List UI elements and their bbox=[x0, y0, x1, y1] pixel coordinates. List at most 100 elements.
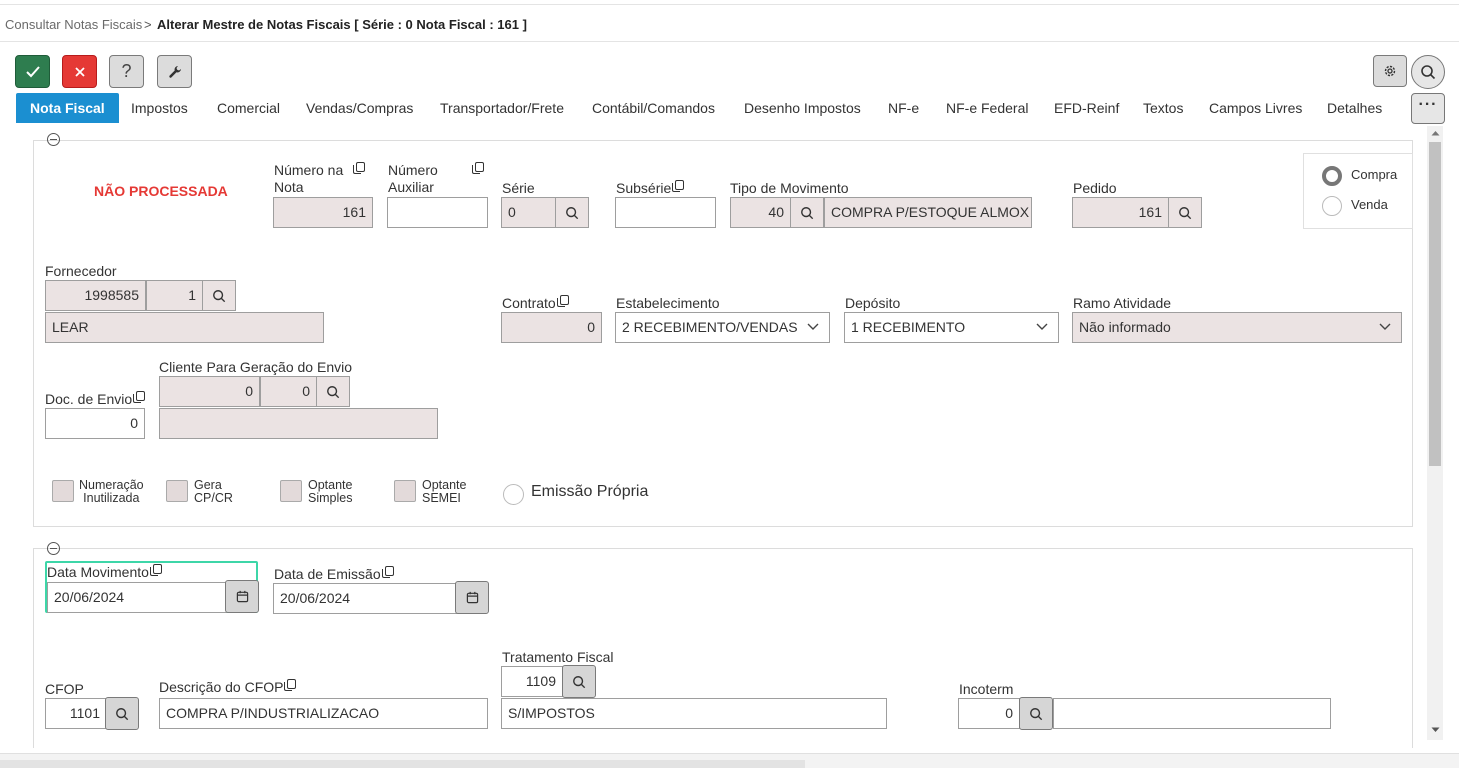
cliente-envio-code-field: 0 bbox=[159, 376, 260, 407]
tab-comercial[interactable]: Comercial bbox=[217, 93, 280, 123]
numero-nota-label: Número na Nota bbox=[274, 162, 366, 196]
data-emissao-calendar-button[interactable] bbox=[455, 581, 489, 614]
tipo-movimento-search-button[interactable] bbox=[790, 197, 824, 228]
horizontal-scrollbar-thumb[interactable] bbox=[0, 760, 805, 768]
cancel-button[interactable] bbox=[62, 55, 97, 88]
copy-icon[interactable] bbox=[149, 564, 162, 576]
incoterm-search-button[interactable] bbox=[1019, 697, 1053, 730]
copy-icon[interactable] bbox=[556, 295, 569, 307]
tab-desenho-impostos[interactable]: Desenho Impostos bbox=[744, 93, 861, 123]
status-badge: NÃO PROCESSADA bbox=[94, 183, 228, 199]
operation-type-group bbox=[1303, 153, 1413, 229]
radio-compra[interactable] bbox=[1322, 166, 1342, 186]
fornecedor-label: Fornecedor bbox=[45, 263, 117, 279]
copy-icon[interactable] bbox=[133, 391, 146, 403]
global-search-button[interactable] bbox=[1411, 55, 1445, 89]
vertical-scrollbar-thumb[interactable] bbox=[1429, 142, 1441, 466]
calendar-icon bbox=[466, 591, 478, 604]
emissao-propria-label: Emissão Própria bbox=[531, 483, 649, 500]
cfop-input[interactable]: 1101 bbox=[45, 698, 107, 729]
data-emissao-label: Data de Emissão bbox=[274, 566, 394, 583]
checkbox-numeracao-inutilizada-label: Numeração Inutilizada bbox=[79, 478, 144, 505]
help-button[interactable]: ? bbox=[109, 55, 144, 88]
cliente-envio-search-button[interactable] bbox=[316, 376, 350, 407]
search-icon bbox=[116, 707, 129, 720]
breadcrumb-parent-link[interactable]: Consultar Notas Fiscais bbox=[5, 17, 142, 32]
breadcrumb-separator: > bbox=[144, 17, 152, 32]
checkbox-gera-cp-cr[interactable] bbox=[166, 480, 188, 502]
copy-icon[interactable] bbox=[381, 566, 394, 578]
cliente-envio-seq-field: 0 bbox=[260, 376, 317, 407]
search-icon bbox=[1421, 65, 1436, 80]
pedido-search-button[interactable] bbox=[1168, 197, 1202, 228]
tools-button[interactable] bbox=[157, 55, 192, 88]
gear-icon bbox=[1384, 65, 1396, 77]
copy-icon[interactable] bbox=[284, 679, 297, 691]
tab-nfe[interactable]: NF-e bbox=[888, 93, 919, 123]
radio-venda[interactable] bbox=[1322, 196, 1342, 216]
ramo-atividade-value: Não informado bbox=[1079, 319, 1171, 335]
tab-detalhes[interactable]: Detalhes bbox=[1327, 93, 1382, 123]
tab-transportador-frete[interactable]: Transportador/Frete bbox=[440, 93, 564, 123]
tab-nfe-federal[interactable]: NF-e Federal bbox=[946, 93, 1028, 123]
descricao-cfop-input[interactable]: COMPRA P/INDUSTRIALIZACAO bbox=[159, 698, 488, 729]
deposito-label: Depósito bbox=[845, 295, 901, 311]
incoterm-code-input[interactable]: 0 bbox=[958, 698, 1020, 729]
tab-textos[interactable]: Textos bbox=[1143, 93, 1183, 123]
collapse-section-2-icon[interactable] bbox=[47, 542, 60, 555]
tratamento-fiscal-search-button[interactable] bbox=[562, 665, 596, 698]
fornecedor-search-button[interactable] bbox=[202, 280, 236, 311]
tab-efd-reinf[interactable]: EFD-Reinf bbox=[1054, 93, 1119, 123]
data-movimento-calendar-button[interactable] bbox=[225, 580, 259, 613]
deposito-select[interactable]: 1 RECEBIMENTO bbox=[844, 312, 1059, 343]
search-icon bbox=[213, 289, 226, 302]
data-emissao-input[interactable]: 20/06/2024 bbox=[273, 583, 458, 614]
estabelecimento-label: Estabelecimento bbox=[616, 295, 720, 311]
emissao-propria-toggle[interactable] bbox=[503, 484, 524, 505]
tab-campos-livres[interactable]: Campos Livres bbox=[1209, 93, 1302, 123]
chevron-down-icon bbox=[1379, 323, 1391, 330]
collapse-section-1-icon[interactable] bbox=[47, 133, 60, 146]
search-icon bbox=[566, 206, 579, 219]
ramo-atividade-select[interactable]: Não informado bbox=[1072, 312, 1402, 343]
search-icon bbox=[573, 675, 586, 688]
incoterm-description-input[interactable] bbox=[1053, 698, 1331, 729]
estabelecimento-select[interactable]: 2 RECEBIMENTO/VENDAS bbox=[615, 312, 830, 343]
tab-contabil-comandos[interactable]: Contábil/Comandos bbox=[592, 93, 715, 123]
scroll-up-icon[interactable] bbox=[1431, 130, 1440, 136]
tratamento-fiscal-description-input[interactable]: S/IMPOSTOS bbox=[501, 698, 887, 729]
tab-nota-fiscal[interactable]: Nota Fiscal bbox=[16, 93, 119, 123]
data-movimento-input[interactable]: 20/06/2024 bbox=[47, 582, 227, 613]
pedido-field: 161 bbox=[1072, 197, 1169, 228]
tipo-movimento-label: Tipo de Movimento bbox=[730, 180, 849, 196]
more-tabs-button[interactable]: ··· bbox=[1411, 93, 1445, 124]
help-label: ? bbox=[121, 61, 132, 81]
copy-icon[interactable] bbox=[672, 180, 685, 192]
tab-bar: Nota Fiscal Impostos Comercial Vendas/Co… bbox=[0, 93, 1410, 125]
subserie-input[interactable] bbox=[615, 197, 716, 228]
tab-vendas-compras[interactable]: Vendas/Compras bbox=[306, 93, 413, 123]
numero-auxiliar-input[interactable] bbox=[387, 197, 488, 228]
confirm-button[interactable] bbox=[15, 55, 50, 88]
cliente-envio-label: Cliente Para Geração do Envio bbox=[159, 359, 352, 375]
scroll-down-icon[interactable] bbox=[1431, 727, 1440, 733]
radio-compra-label: Compra bbox=[1351, 167, 1398, 182]
copy-icon[interactable] bbox=[471, 162, 484, 174]
incoterm-label: Incoterm bbox=[959, 681, 1014, 697]
copy-icon[interactable] bbox=[353, 162, 366, 174]
estabelecimento-value: 2 RECEBIMENTO/VENDAS bbox=[622, 319, 798, 335]
breadcrumb: Consultar Notas Fiscais > Alterar Mestre… bbox=[0, 4, 1459, 42]
checkbox-optante-simples[interactable] bbox=[280, 480, 302, 502]
checkbox-numeracao-inutilizada[interactable] bbox=[52, 480, 74, 502]
fornecedor-seq-field: 1 bbox=[146, 280, 203, 311]
settings-button[interactable] bbox=[1373, 55, 1407, 87]
tab-impostos[interactable]: Impostos bbox=[131, 93, 188, 123]
numero-auxiliar-label: Número Auxiliar bbox=[388, 162, 484, 196]
serie-search-button[interactable] bbox=[555, 197, 589, 228]
descricao-cfop-label: Descrição do CFOP bbox=[159, 679, 297, 696]
search-icon bbox=[801, 206, 814, 219]
doc-envio-input[interactable]: 0 bbox=[45, 408, 145, 439]
cfop-search-button[interactable] bbox=[105, 697, 139, 730]
tratamento-fiscal-code-input[interactable]: 1109 bbox=[501, 666, 563, 697]
checkbox-optante-semei[interactable] bbox=[394, 480, 416, 502]
